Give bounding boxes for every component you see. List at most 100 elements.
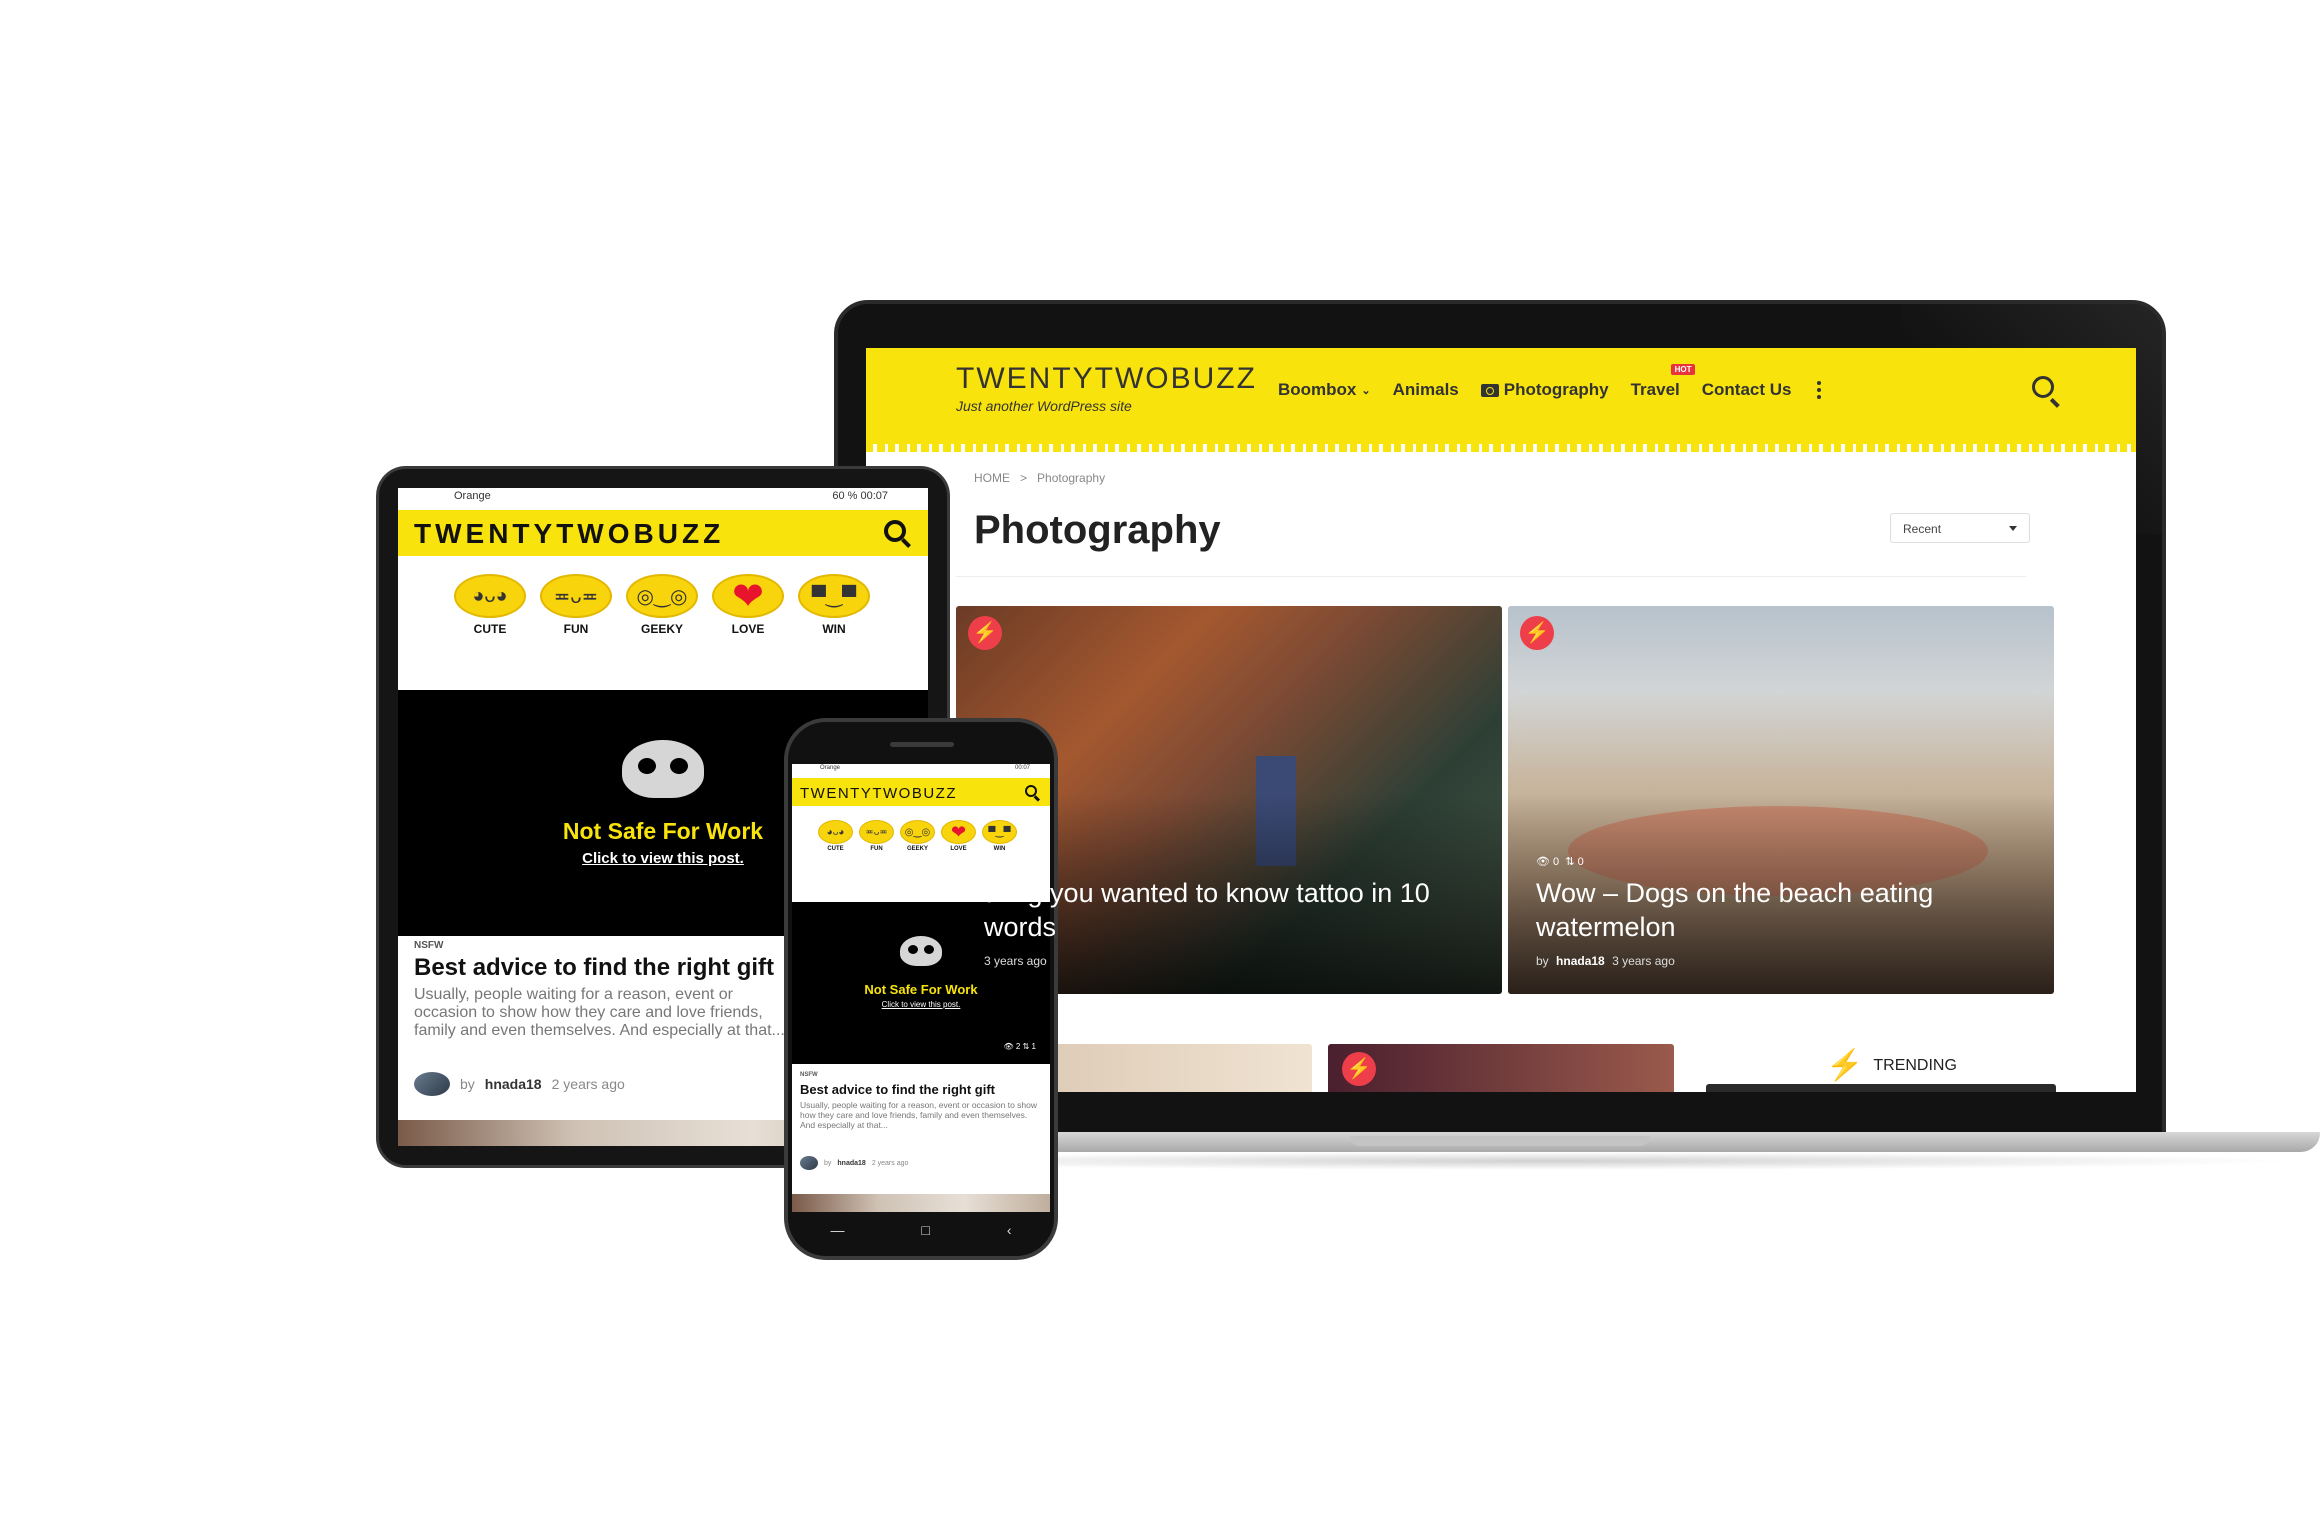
nav-item-label: Photography <box>1503 380 1609 399</box>
phone-speaker <box>890 742 954 747</box>
breadcrumb-home[interactable]: HOME <box>974 471 1010 485</box>
site-logo[interactable]: TWENTYTWOBUZZ <box>414 518 724 550</box>
avatar[interactable] <box>414 1072 450 1096</box>
fun-emoji-icon: ≖ᴗ≖ <box>540 574 612 618</box>
reaction-geeky[interactable]: ◎‿◎ GEEKY <box>626 574 698 636</box>
status-bar: Orange 00:07 <box>792 764 1050 774</box>
cute-emoji-icon: ◕ᴗ◕ <box>454 574 526 618</box>
post-time: 2 years ago <box>551 1076 625 1092</box>
nav-item-photography[interactable]: Photography <box>1480 380 1609 400</box>
lightning-icon: ⚡ <box>1826 1049 1864 1082</box>
search-icon[interactable] <box>884 520 906 542</box>
win-emoji-icon: ▀‿▀ <box>798 574 870 618</box>
post-stats: 👁 0 ⇅ 0 <box>1536 855 1584 868</box>
lightning-icon: ⚡ <box>1342 1052 1376 1086</box>
share-icon: ⇅ <box>1565 856 1575 868</box>
site-logo[interactable]: TWENTYTWOBUZZ <box>800 785 957 802</box>
site-logo[interactable]: TWENTYTWOBUZZ <box>956 362 1257 396</box>
geeky-emoji-icon: ◎‿◎ <box>626 574 698 618</box>
reaction-cute[interactable]: ◕ᴗ◕ CUTE <box>818 820 853 852</box>
post-by: by <box>824 1159 832 1167</box>
status-bar: Orange 60 % 00:07 <box>398 488 928 508</box>
site-tagline: Just another WordPress site <box>956 398 1132 414</box>
reaction-bar: ◕ᴗ◕CUTE ≖ᴗ≖FUN ◎‿◎GEEKY LOVE ▀‿▀WIN <box>454 574 870 636</box>
post-category[interactable]: NSFW <box>800 1072 818 1078</box>
eye-icon: 👁 <box>1003 1042 1014 1051</box>
heart-icon <box>712 574 784 618</box>
breadcrumb-separator: > <box>1020 471 1028 485</box>
device-mockup: TWENTYTWOBUZZ Just another WordPress sit… <box>0 0 2320 1538</box>
skull-icon <box>900 936 942 966</box>
post-author[interactable]: hnada18 <box>1556 954 1605 968</box>
nsfw-title: Not Safe For Work <box>864 982 978 997</box>
nav-item-boombox[interactable]: Boombox ⌄ <box>1278 380 1371 400</box>
next-post-image[interactable] <box>792 1194 1050 1212</box>
post-title[interactable]: Best advice to find the right gift <box>414 954 774 982</box>
post-category[interactable]: NSFW <box>414 940 443 951</box>
home-icon[interactable]: □ <box>921 1222 929 1238</box>
reaction-fun[interactable]: ≖ᴗ≖ FUN <box>859 820 894 852</box>
post-title[interactable]: Best advice to find the right gift <box>800 1082 995 1097</box>
reaction-cute[interactable]: ◕ᴗ◕ CUTE <box>454 574 526 636</box>
reaction-love[interactable]: LOVE <box>941 820 976 852</box>
android-nav-bar: — □ ‹ <box>792 1212 1050 1248</box>
share-count: 1 <box>1031 1042 1036 1051</box>
sort-select[interactable]: Recent <box>1890 513 2030 543</box>
post-author[interactable]: hnada18 <box>837 1160 865 1167</box>
search-icon[interactable] <box>2032 376 2054 398</box>
nav-item-animals[interactable]: Animals <box>1393 380 1459 400</box>
reaction-fun[interactable]: ≖ᴗ≖ FUN <box>540 574 612 636</box>
post-meta: by hnada18 2 years ago <box>414 1072 625 1096</box>
post-card[interactable]: ⚡ 👁 0 ⇅ 0 Wow – Dogs on the beach eating… <box>1508 606 2054 994</box>
trending-header: ⚡ TRENDING <box>1826 1048 1957 1083</box>
phone-screen: Orange 00:07 TWENTYTWOBUZZ ◕ᴗ◕ CUTE ≖ᴗ≖ FU… <box>792 764 1050 1212</box>
clock-label: 00:07 <box>860 490 888 502</box>
post-time: 2 years ago <box>871 1159 909 1167</box>
nav-item-label: Animals <box>1392 380 1459 399</box>
nav-item-travel[interactable]: HOT Travel <box>1630 364 1696 400</box>
post-by: by <box>460 1076 475 1092</box>
share-icon: ⇅ <box>1022 1042 1030 1051</box>
post-excerpt: Usually, people waiting for a reason, ev… <box>800 1100 1038 1130</box>
reaction-love[interactable]: LOVE <box>712 574 784 636</box>
breadcrumb-current: Photography <box>1037 471 1106 485</box>
post-time: 3 years ago <box>1612 954 1675 968</box>
eye-icon: 👁 <box>1536 856 1550 868</box>
more-vertical-icon[interactable] <box>1817 381 1822 399</box>
page-title: Photography <box>974 508 1221 552</box>
post-by: by <box>1536 954 1549 968</box>
clock-label: 00:07 <box>1014 765 1030 771</box>
skull-icon <box>622 740 704 798</box>
nav-item-label: Contact Us <box>1701 380 1792 399</box>
avatar[interactable] <box>800 1156 818 1170</box>
fun-emoji-icon: ≖ᴗ≖ <box>859 820 894 844</box>
post-title[interactable]: Wow – Dogs on the beach eating watermelo… <box>1536 876 2026 944</box>
nsfw-link[interactable]: Click to view this post. <box>792 1000 1050 1009</box>
post-card[interactable]: ⚡ <box>1328 1044 1674 1092</box>
view-count: 2 <box>1015 1042 1021 1051</box>
reaction-win[interactable]: ▀‿▀ WIN <box>798 574 870 636</box>
reaction-win[interactable]: ▀‿▀ WIN <box>982 820 1017 852</box>
cute-emoji-icon: ◕ᴗ◕ <box>818 820 853 844</box>
lightning-icon: ⚡ <box>1520 616 1554 650</box>
post-meta: by hnada18 2 years ago <box>800 1156 908 1170</box>
search-icon[interactable] <box>1025 785 1037 797</box>
trending-card[interactable] <box>1706 1084 2056 1092</box>
back-icon[interactable]: ‹ <box>1007 1222 1012 1238</box>
menu-icon[interactable]: — <box>830 1222 844 1238</box>
post-title[interactable]: thing you wanted to know tattoo in 10 wo… <box>984 876 1474 944</box>
post-author[interactable]: hnada18 <box>485 1076 542 1092</box>
site-header: TWENTYTWOBUZZ <box>792 778 1050 806</box>
nav-item-label: Travel <box>1630 380 1680 399</box>
reaction-geeky[interactable]: ◎‿◎ GEEKY <box>900 820 935 852</box>
nav-item-contact[interactable]: Contact Us <box>1702 380 1792 400</box>
chevron-down-icon: ⌄ <box>1361 384 1371 397</box>
reaction-bar: ◕ᴗ◕CUTE ≖ᴗ≖FUN ◎‿◎GEEKY LOVE ▀‿▀WIN <box>818 820 1017 852</box>
main-nav: Boombox ⌄ Animals Photography HOT Travel… <box>1278 364 1822 400</box>
nav-item-label: Boombox <box>1278 380 1357 399</box>
post-meta: by hnada18 3 years ago <box>1536 954 1675 968</box>
hot-badge: HOT <box>1670 364 1696 375</box>
trending-label: TRENDING <box>1873 1056 1957 1074</box>
site-header: TWENTYTWOBUZZ <box>398 510 928 556</box>
laptop-notch <box>1350 1136 1650 1146</box>
